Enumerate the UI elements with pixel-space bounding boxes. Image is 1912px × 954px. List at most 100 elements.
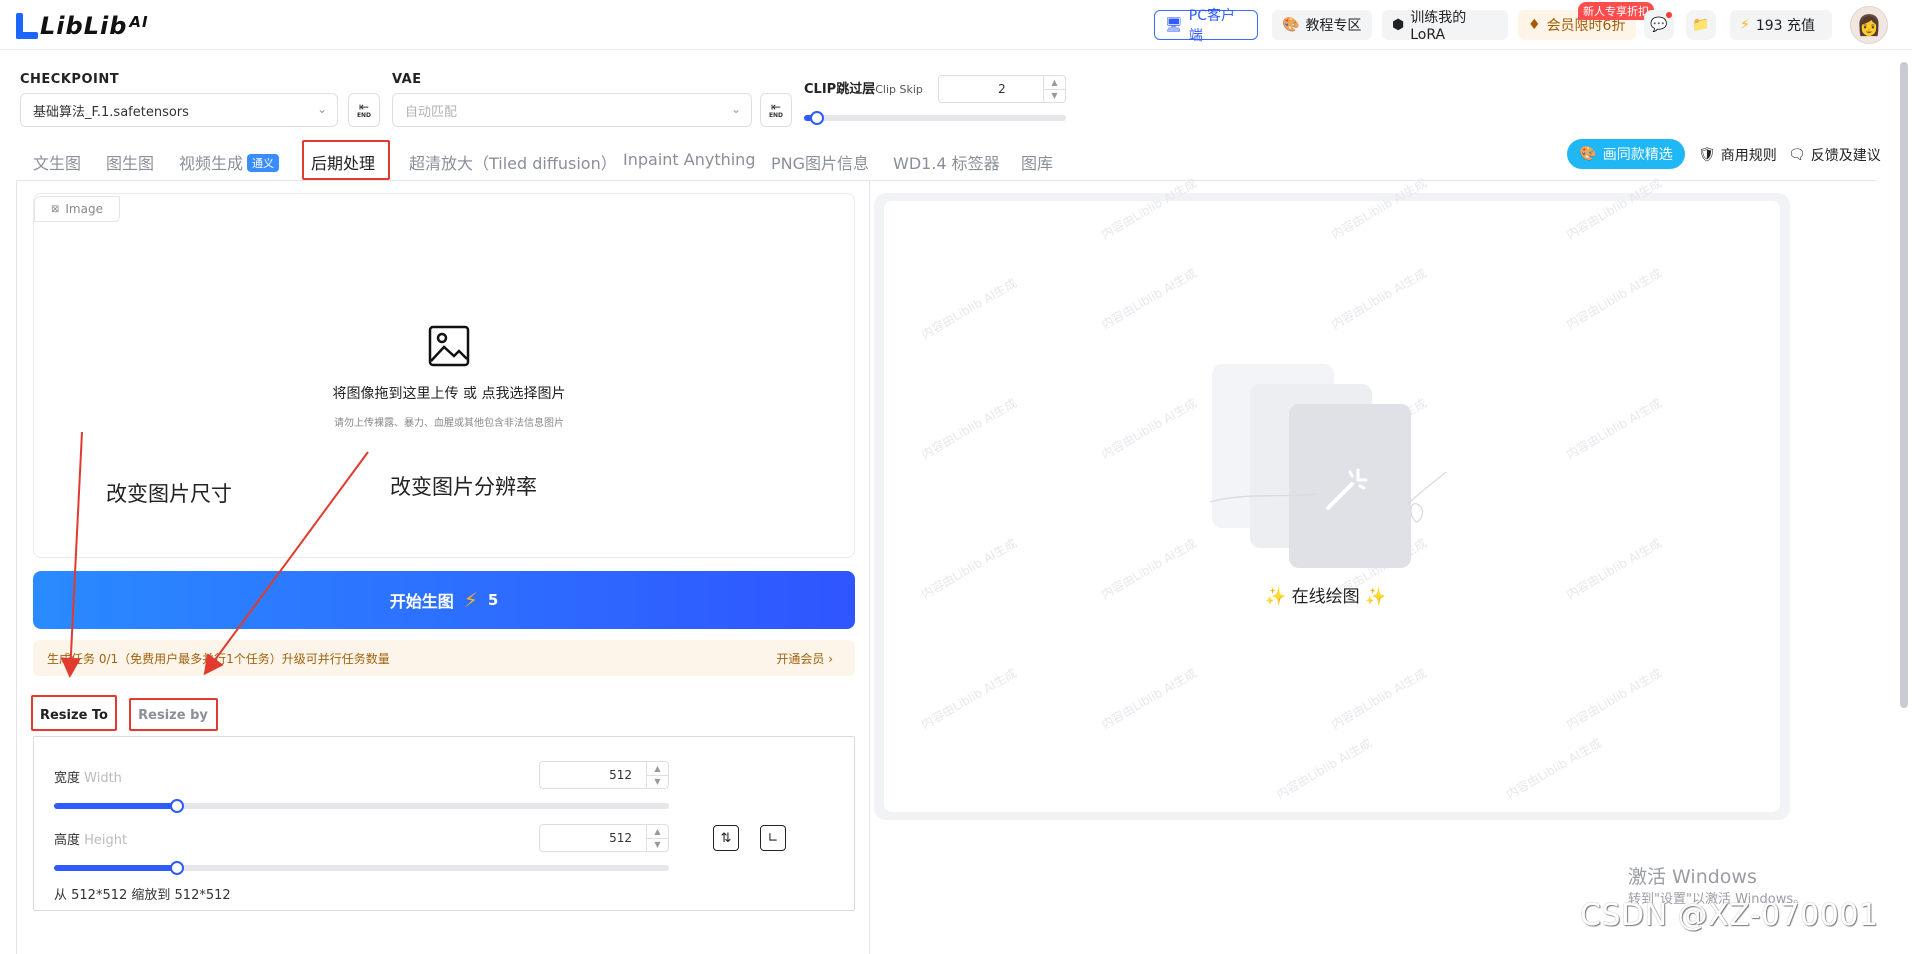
cube-icon: ⬢ xyxy=(1392,17,1405,33)
bolt-icon: ⚡ xyxy=(1740,17,1750,33)
chevron-down-icon[interactable]: ▼ xyxy=(1044,88,1065,103)
logo-suffix: AI xyxy=(129,13,149,31)
vae-select[interactable]: 自动匹配 ⌄ xyxy=(392,93,752,127)
checkpoint-value: 基础算法_F.1.safetensors xyxy=(33,104,189,120)
generate-cost: 5 xyxy=(487,591,499,609)
gallery-pick-label: 画同款精选 xyxy=(1602,147,1673,163)
width-label: 宽度 Width xyxy=(54,767,122,786)
height-input[interactable]: 512 ▲ ▼ xyxy=(539,824,669,852)
image-icon: ⊠ xyxy=(51,203,60,215)
aspect-ratio-icon[interactable]: ∟ xyxy=(760,825,786,851)
windows-activation-title: 激活 Windows xyxy=(1628,866,1757,888)
vae-end-button[interactable]: ⇤ END xyxy=(760,93,792,127)
tab-txt2img[interactable]: 文生图 xyxy=(33,150,81,174)
clip-sub-text: Clip Skip xyxy=(875,83,923,96)
chevron-up-icon[interactable]: ▲ xyxy=(1044,76,1065,89)
feedback-link[interactable]: 🗨 反馈及建议 xyxy=(1788,145,1881,165)
tab-gallery[interactable]: 图库 xyxy=(1021,150,1053,174)
monitor-icon: 🖥 xyxy=(1165,17,1183,33)
width-stepper[interactable]: ▲ ▼ xyxy=(646,762,668,788)
checkpoint-end-button[interactable]: ⇤ END xyxy=(348,93,380,127)
top-header: LibLib AI 🖥 PC客户端 🎨 教程专区 ⬢ 训练我的LoRA ♦ 会员… xyxy=(0,0,1912,50)
liblib-logo[interactable]: LibLib AI xyxy=(16,10,149,42)
tab-img2img[interactable]: 图生图 xyxy=(106,150,154,174)
tutorial-label: 教程专区 xyxy=(1305,18,1362,34)
height-slider[interactable] xyxy=(54,861,669,875)
scale-summary: 从 512*512 缩放到 512*512 xyxy=(54,888,231,903)
end-label: END xyxy=(356,112,372,119)
chevron-up-icon[interactable]: ▲ xyxy=(647,825,668,838)
tutorial-button[interactable]: 🎨 教程专区 xyxy=(1272,10,1372,40)
tab-video[interactable]: 视频生成 通义 xyxy=(179,150,280,174)
chevron-down-icon: ⌄ xyxy=(730,102,741,116)
train-lora-button[interactable]: ⬢ 训练我的LoRA xyxy=(1382,10,1508,43)
bolt-icon: ⚡ xyxy=(463,588,478,612)
commercial-rules-link[interactable]: 🛡 商用规则 xyxy=(1698,145,1777,165)
chevron-down-icon[interactable]: ▼ xyxy=(647,837,668,852)
slider-handle[interactable] xyxy=(170,799,184,813)
width-input[interactable]: 512 ▲ ▼ xyxy=(539,761,669,789)
logo-text: LibLib xyxy=(40,12,128,40)
post-processing-highlight xyxy=(302,140,390,180)
upload-title: 将图像拖到这里上传 或 点我选择图片 xyxy=(332,386,566,402)
annotation-resize-to: 改变图片尺寸 xyxy=(106,482,232,506)
train-lora-label: 训练我的LoRA xyxy=(1410,10,1467,43)
resize-to-highlight xyxy=(31,695,117,731)
decorative-swirl xyxy=(1209,471,1447,523)
chevron-up-icon[interactable]: ▲ xyxy=(647,762,668,775)
palette-icon: 🎨 xyxy=(1579,146,1597,162)
height-label: 高度 Height xyxy=(54,829,127,848)
pc-client-label: PC客户端 xyxy=(1188,8,1235,44)
end-label: END xyxy=(768,112,784,119)
gallery-pick-button[interactable]: 🎨 画同款精选 xyxy=(1567,139,1685,169)
credits-button[interactable]: ⚡ 193 充值 xyxy=(1730,10,1832,40)
csdn-watermark: CSDN @XZ-070001 xyxy=(1580,898,1879,933)
generate-label: 开始生图 xyxy=(389,592,454,611)
chevron-down-icon: ⌄ xyxy=(316,102,327,116)
clip-skip-slider[interactable] xyxy=(804,111,1066,125)
generate-button[interactable]: 开始生图 ⚡ 5 xyxy=(33,571,855,629)
page-scrollbar[interactable] xyxy=(1900,62,1908,708)
comment-icon: 🗨 xyxy=(1788,147,1806,163)
slider-fill xyxy=(54,865,177,871)
upload-subtitle: 请勿上传裸露、暴力、血腥或其他包含非法信息图片 xyxy=(334,418,564,429)
vae-placeholder: 自动匹配 xyxy=(405,104,458,120)
width-value: 512 xyxy=(609,768,632,782)
files-button[interactable]: 📁 xyxy=(1686,10,1716,40)
image-tag-label: Image xyxy=(65,202,103,216)
clip-skip-input[interactable]: 2 ▲ ▼ xyxy=(938,75,1066,103)
tab-wd14-tagger[interactable]: WD1.4 标签器 xyxy=(893,150,1000,174)
annotation-resize-by: 改变图片分辨率 xyxy=(390,475,537,499)
checkpoint-label: CHECKPOINT xyxy=(20,72,120,87)
user-avatar[interactable]: 👩 xyxy=(1850,6,1888,44)
upgrade-vip-link[interactable]: 开通会员 › xyxy=(776,650,833,667)
chevron-down-icon[interactable]: ▼ xyxy=(647,774,668,789)
tongyi-badge: 通义 xyxy=(247,154,280,172)
upload-image-icon xyxy=(428,325,470,367)
checkpoint-select[interactable]: 基础算法_F.1.safetensors ⌄ xyxy=(20,93,338,127)
vip-discount-badge: 新人专享折扣 xyxy=(1578,2,1654,20)
tab-png-info[interactable]: PNG图片信息 xyxy=(771,150,869,174)
shield-icon: 🛡 xyxy=(1698,147,1716,163)
tab-video-label: 视频生成 xyxy=(179,154,244,173)
clip-skip-stepper[interactable]: ▲ ▼ xyxy=(1043,76,1065,102)
resize-by-highlight xyxy=(129,698,218,731)
swap-dimensions-icon[interactable]: ⇅ xyxy=(713,825,739,851)
width-slider[interactable] xyxy=(54,799,669,813)
folder-icon: 📁 xyxy=(1692,17,1710,33)
tab-inpaint-anything[interactable]: Inpaint Anything xyxy=(623,150,755,169)
image-tab-tag: ⊠ Image xyxy=(34,196,120,222)
feedback-label: 反馈及建议 xyxy=(1810,148,1881,164)
slider-handle[interactable] xyxy=(170,861,184,875)
clip-skip-label: CLIP跳过层Clip Skip xyxy=(804,78,923,97)
tab-tiled-diffusion[interactable]: 超清放大（Tiled diffusion） xyxy=(409,150,617,174)
height-sub-text: Height xyxy=(84,833,128,848)
slider-handle[interactable] xyxy=(810,111,825,125)
commercial-rules-label: 商用规则 xyxy=(1720,148,1777,164)
height-stepper[interactable]: ▲ ▼ xyxy=(646,825,668,851)
credits-label: 193 充值 xyxy=(1755,18,1816,34)
pc-client-button[interactable]: 🖥 PC客户端 xyxy=(1154,8,1258,44)
clip-skip-value: 2 xyxy=(998,82,1006,96)
diamond-icon: ♦ xyxy=(1528,17,1541,33)
slider-fill xyxy=(54,803,177,809)
